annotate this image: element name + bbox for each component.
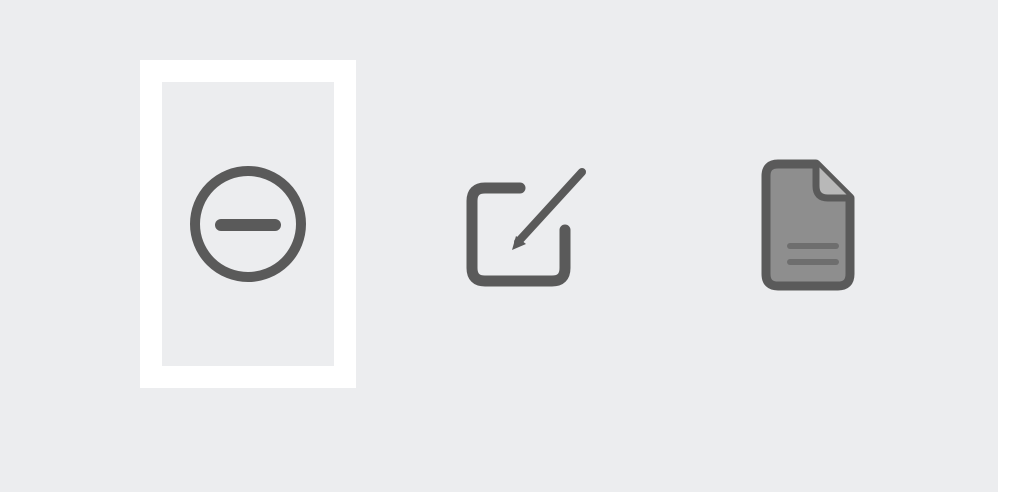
document-button[interactable] <box>712 140 882 310</box>
document-icon <box>761 159 855 291</box>
icon-toolbar <box>0 0 998 492</box>
remove-button[interactable] <box>140 60 356 388</box>
edit-button[interactable] <box>430 140 600 310</box>
minus-circle-icon <box>190 166 306 282</box>
edit-square-icon <box>466 168 586 287</box>
